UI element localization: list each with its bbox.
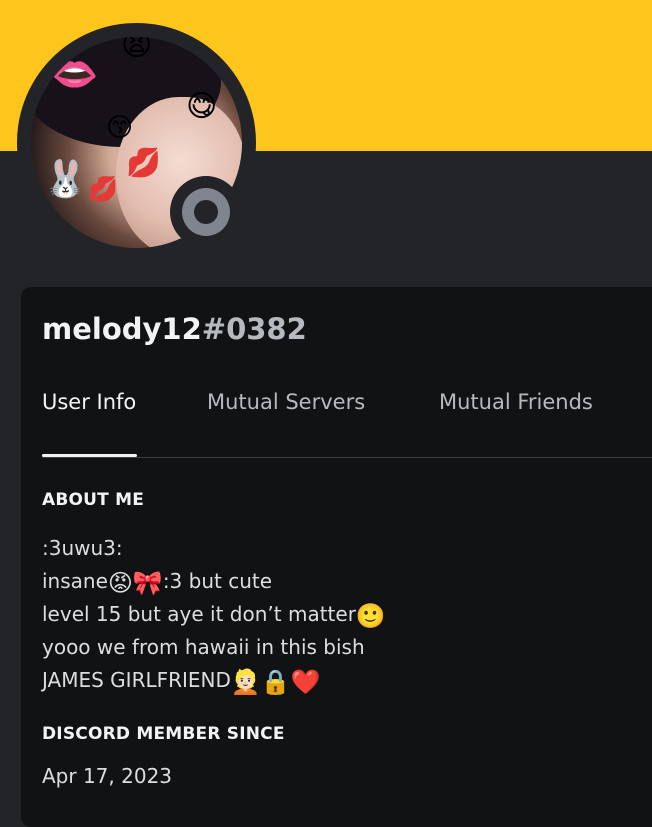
about-me-text: :3uwu3: insane😡🎀:3 but cute level 15 but… [42, 532, 642, 697]
blond-person-emoji-icon: 👱🏻 [230, 668, 261, 696]
about-line-3-text: level 15 but aye it don’t matter [42, 602, 356, 626]
ribbon-emoji-icon: 🎀 [132, 569, 163, 597]
username-text: melody12 [42, 312, 202, 346]
small-kiss-sticker-icon: 💋 [88, 175, 118, 203]
discriminator-text: #0382 [201, 312, 307, 346]
member-since-date: Apr 17, 2023 [42, 764, 173, 788]
about-me-heading: ABOUT ME [42, 490, 145, 510]
about-line-4-text: yooo we from hawaii in this bish [42, 635, 365, 659]
tab-mutual-servers[interactable]: Mutual Servers [207, 390, 365, 414]
angry-face-emoji-icon: 😡 [107, 569, 133, 597]
offline-status-icon [182, 188, 230, 236]
tabs-divider [42, 457, 652, 458]
tab-mutual-friends[interactable]: Mutual Friends [439, 390, 593, 414]
kissing-face-sticker-icon: 😙 [106, 113, 134, 143]
about-line-4: yooo we from hawaii in this bish [42, 631, 642, 664]
bunny-sticker-icon: 🐰 [43, 159, 88, 200]
profile-username: melody12#0382 [42, 312, 307, 346]
lips-sticker-icon: 👄 [51, 52, 99, 96]
red-heart-emoji-icon: ❤️ [290, 668, 321, 696]
about-line-1-text: :3uwu3: [42, 536, 123, 560]
about-line-5-text: JAMES GIRLFRIEND [42, 668, 231, 692]
about-line-3: level 15 but aye it don’t matter🙂 [42, 598, 642, 631]
about-line-2-suffix: :3 but cute [162, 569, 273, 593]
kiss-mark-sticker-icon: 💋 [126, 146, 161, 179]
about-line-5: JAMES GIRLFRIEND👱🏻🔒❤️ [42, 664, 642, 697]
member-since-heading: DISCORD MEMBER SINCE [42, 724, 285, 744]
winking-face-sticker-icon: 😋 [186, 89, 218, 124]
lock-emoji-icon: 🔒 [260, 668, 291, 696]
angry-face-sticker-icon: 😫 [121, 37, 153, 63]
about-line-1: :3uwu3: [42, 532, 642, 565]
smiling-face-emoji-icon: 🙂 [355, 602, 386, 630]
about-line-2: insane😡🎀:3 but cute [42, 565, 642, 598]
tab-user-info[interactable]: User Info [42, 390, 136, 414]
about-line-2-text: insane [42, 569, 108, 593]
